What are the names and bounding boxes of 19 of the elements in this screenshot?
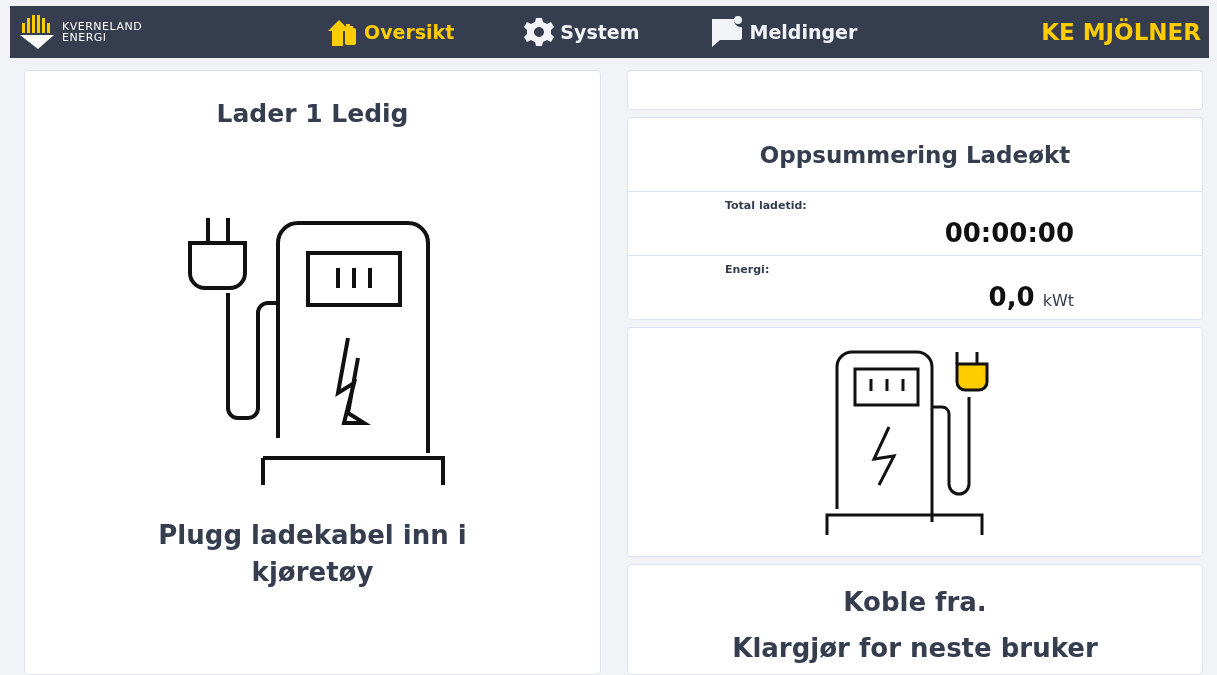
instruction-text: Plugg ladekabel inn i kjøretøy (157, 518, 468, 589)
nav-tab[interactable]: Meldinger (709, 16, 858, 48)
nav-tab[interactable]: Oversikt (326, 17, 455, 47)
logo-text: ENERGI (62, 32, 108, 43)
nav-tab[interactable]: System (524, 17, 640, 47)
status-text: Klargjør for neste bruker (731, 631, 1099, 665)
field-value: 0,0 (988, 281, 1035, 314)
status-text: Koble fra. (842, 585, 988, 619)
logo-text: KVERNELAND (62, 21, 143, 32)
home-battery-icon (326, 18, 358, 46)
field-label: Total ladetid: (725, 197, 808, 214)
station-name: KE MJÖLNER (1041, 17, 1201, 47)
field-label: Energi: (725, 261, 771, 278)
summary-title: Oppsummering Ladeøkt (758, 141, 1072, 170)
message-icon (709, 16, 744, 48)
field-value: 00:00:00 (944, 217, 1074, 250)
charger-title: Lader 1 Ledig (216, 98, 409, 130)
unit-label: kWt (1042, 290, 1074, 312)
settings-icon (524, 17, 555, 47)
